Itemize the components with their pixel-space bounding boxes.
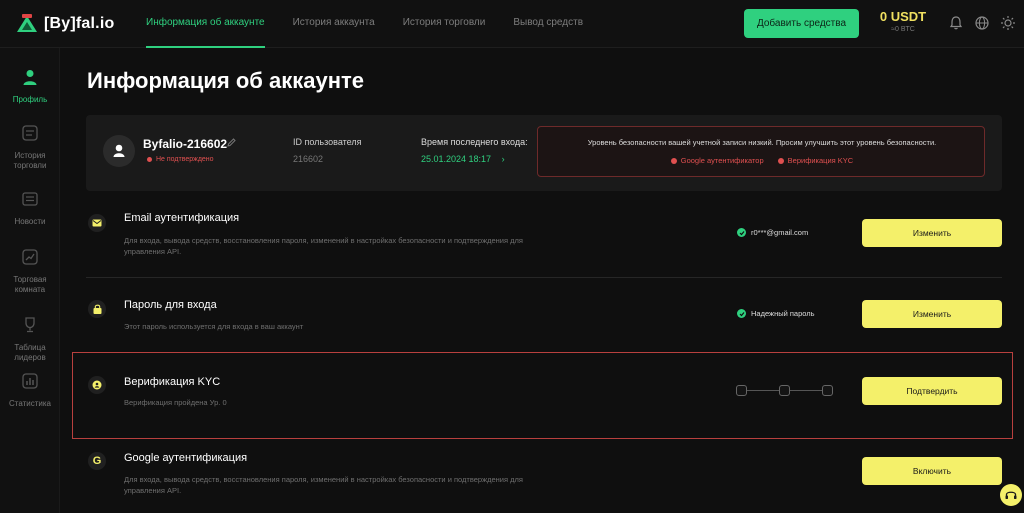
logo-mark-icon bbox=[17, 14, 37, 32]
top-navigation-bar: [By]fal.io Информация об аккаунте Истори… bbox=[0, 0, 1024, 48]
security-warning-text: Уровень безопасности вашей учетной запис… bbox=[587, 138, 937, 147]
sidebar-item-label: Таблица лидеров bbox=[14, 343, 46, 362]
globe-icon[interactable] bbox=[974, 15, 990, 31]
warning-link-kyc[interactable]: Верификация KYC bbox=[777, 156, 854, 165]
enable-google-auth-button[interactable]: Включить bbox=[862, 457, 1002, 485]
kyc-step-connector bbox=[790, 390, 822, 391]
tab-account-history[interactable]: История аккаунта bbox=[293, 0, 375, 48]
security-warning-box: Уровень безопасности вашей учетной запис… bbox=[537, 126, 985, 177]
sidebar-item-trade-history[interactable]: История торговли bbox=[0, 124, 60, 171]
status-dot bbox=[147, 157, 152, 162]
change-email-button[interactable]: Изменить bbox=[862, 219, 1002, 247]
kyc-step-1 bbox=[736, 385, 747, 396]
row-title: Google аутентификация bbox=[124, 452, 248, 464]
verification-status-text: Не подтверждено bbox=[156, 156, 214, 163]
sidebar-item-label: История торговли bbox=[13, 151, 47, 170]
last-login-label: Время последнего входа: bbox=[421, 137, 528, 147]
user-id-label: ID пользователя bbox=[293, 137, 362, 147]
error-circle-icon bbox=[670, 157, 677, 164]
sidebar: Профиль История торговли Новости Торгова… bbox=[0, 48, 60, 513]
avatar bbox=[103, 135, 135, 167]
kyc-progress-steps bbox=[736, 385, 833, 396]
balance-btc: ≈0 BTC bbox=[891, 26, 915, 33]
account-tabs: Информация об аккаунте История аккаунта … bbox=[146, 0, 611, 48]
last-login-link[interactable]: 25.01.2024 18:17 › bbox=[421, 154, 505, 164]
verification-status-badge: Не подтверждено bbox=[147, 156, 214, 163]
error-circle-icon bbox=[777, 157, 784, 164]
pencil-icon[interactable] bbox=[226, 137, 237, 148]
chart-icon bbox=[22, 249, 38, 265]
lock-icon bbox=[88, 300, 106, 318]
email-status: r0***@gmail.com bbox=[737, 228, 808, 237]
security-row-email: Email аутентификация Для входа, вывода с… bbox=[86, 206, 1002, 276]
change-password-button[interactable]: Изменить bbox=[862, 300, 1002, 328]
sidebar-item-leaderboard[interactable]: Таблица лидеров bbox=[0, 316, 60, 363]
user-icon bbox=[23, 70, 37, 85]
user-id-value: 216602 bbox=[293, 154, 324, 164]
id-card-icon bbox=[88, 376, 106, 394]
history-icon bbox=[22, 125, 38, 141]
kyc-step-3 bbox=[822, 385, 833, 396]
warning-link-label: Google аутентификатор bbox=[680, 156, 764, 165]
mail-icon bbox=[88, 214, 106, 232]
user-icon bbox=[113, 144, 125, 157]
balance-display[interactable]: 0 USDT ≈0 BTC bbox=[870, 9, 936, 33]
profile-card: Byfalio-216602 Не подтверждено ID пользо… bbox=[86, 115, 1002, 191]
add-funds-button[interactable]: Добавить средства bbox=[744, 9, 859, 38]
row-description: Этот пароль используется для входа в ваш… bbox=[124, 322, 304, 331]
row-title: Пароль для входа bbox=[124, 299, 217, 311]
support-chat-button[interactable] bbox=[1000, 484, 1022, 506]
security-row-kyc: Верификация KYC Верификация пройдена Ур.… bbox=[86, 366, 1002, 426]
row-divider bbox=[86, 277, 1002, 278]
row-description: Для входа, вывода средств, восстановлени… bbox=[124, 475, 523, 495]
sidebar-item-statistics[interactable]: Статистика bbox=[0, 372, 60, 409]
balance-usdt: 0 USDT bbox=[879, 9, 927, 24]
security-row-google-auth: G Google аутентификация Для входа, вывод… bbox=[86, 446, 1002, 506]
kyc-step-connector bbox=[747, 390, 779, 391]
sidebar-item-label: Статистика bbox=[8, 399, 51, 408]
sidebar-item-news[interactable]: Новости bbox=[0, 190, 60, 227]
verify-kyc-button[interactable]: Подтвердить bbox=[862, 377, 1002, 405]
row-title: Email аутентификация bbox=[124, 212, 240, 224]
security-warning-links: Google аутентификатор Верификация KYC bbox=[538, 156, 986, 165]
tab-trade-history[interactable]: История торговли bbox=[403, 0, 486, 48]
sidebar-item-label: Новости bbox=[14, 217, 46, 226]
check-circle-icon bbox=[737, 228, 746, 237]
email-status-text: r0***@gmail.com bbox=[751, 228, 809, 237]
stats-icon bbox=[22, 373, 38, 389]
row-description: Для входа, вывода средств, восстановлени… bbox=[124, 236, 523, 256]
headset-icon bbox=[1005, 491, 1017, 499]
bell-icon[interactable] bbox=[948, 15, 964, 31]
sun-icon[interactable] bbox=[1000, 15, 1016, 31]
tab-withdrawal[interactable]: Вывод средств bbox=[513, 0, 583, 48]
kyc-step-2 bbox=[779, 385, 790, 396]
password-status: Надежный пароль bbox=[737, 309, 815, 318]
sidebar-item-trading-room[interactable]: Торговая комната bbox=[0, 248, 60, 295]
sidebar-item-label: Торговая комната bbox=[13, 275, 47, 294]
warning-link-google-auth[interactable]: Google аутентификатор bbox=[670, 156, 764, 165]
username: Byfalio-216602 bbox=[143, 137, 228, 151]
news-icon bbox=[22, 192, 38, 206]
check-circle-icon bbox=[737, 309, 746, 318]
warning-link-label: Верификация KYC bbox=[787, 156, 854, 165]
tab-account-info[interactable]: Информация об аккаунте bbox=[146, 0, 265, 48]
sidebar-item-profile[interactable]: Профиль bbox=[0, 68, 60, 105]
last-login-value: 25.01.2024 18:17 bbox=[421, 154, 492, 164]
chevron-right-icon: › bbox=[501, 154, 505, 164]
brand-logo[interactable]: [By]fal.io bbox=[16, 14, 114, 34]
security-row-password: Пароль для входа Этот пароль используетс… bbox=[86, 290, 1002, 350]
trophy-icon bbox=[25, 317, 35, 333]
google-icon: G bbox=[88, 452, 106, 470]
sidebar-item-label: Профиль bbox=[12, 95, 48, 104]
row-description: Верификация пройдена Ур. 0 bbox=[124, 398, 227, 407]
row-title: Верификация KYC bbox=[124, 376, 221, 388]
password-status-text: Надежный пароль bbox=[751, 309, 815, 318]
page-title: Информация об аккаунте bbox=[87, 68, 365, 93]
logo-text: [By]fal.io bbox=[44, 15, 115, 32]
